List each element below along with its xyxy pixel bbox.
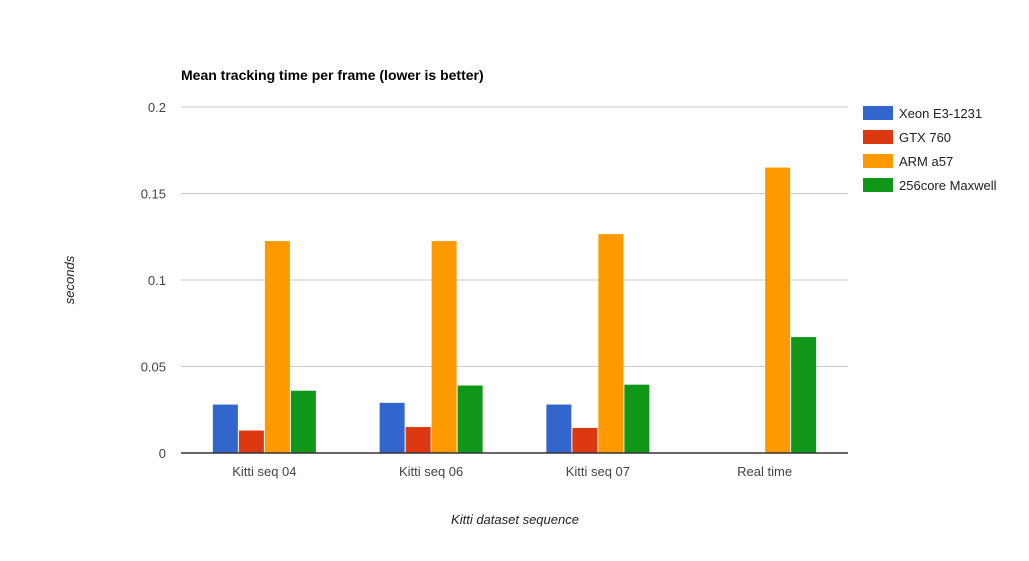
y-tick-label: 0.1 — [148, 273, 166, 288]
bar-arm-a57 — [264, 241, 290, 453]
bar-256core-maxwell — [791, 337, 817, 453]
bar-256core-maxwell — [290, 390, 316, 453]
legend-swatch — [863, 154, 893, 168]
legend: Xeon E3-1231 GTX 760 ARM a57 256core Maxwel… — [863, 106, 997, 193]
y-tick-label: 0.2 — [148, 100, 166, 115]
bars — [212, 167, 817, 454]
bar-chart: Mean tracking time per frame (lower is b… — [62, 67, 997, 527]
bar-gtx-760 — [238, 430, 264, 453]
legend-swatch — [863, 178, 893, 192]
y-axis-label: seconds — [62, 255, 77, 304]
bar-xeon-e3-1231 — [546, 404, 572, 453]
bar-arm-a57 — [431, 241, 457, 453]
legend-label: Xeon E3-1231 — [899, 106, 982, 121]
bar-arm-a57 — [765, 167, 791, 454]
x-tick-label: Kitti seq 07 — [566, 464, 630, 479]
x-tick-label: Kitti seq 04 — [232, 464, 296, 479]
x-axis-ticks: Kitti seq 04 Kitti seq 06 Kitti seq 07 Real… — [232, 464, 792, 479]
bar-arm-a57 — [598, 234, 624, 453]
chart-title: Mean tracking time per frame (lower is b… — [181, 67, 484, 83]
legend-swatch — [863, 106, 893, 120]
x-axis-label: Kitti dataset sequence — [451, 512, 579, 527]
y-axis-ticks: 0 0.05 0.1 0.15 0.2 — [141, 100, 166, 461]
y-tick-label: 0.05 — [141, 360, 166, 375]
x-tick-label: Kitti seq 06 — [399, 464, 463, 479]
bar-xeon-e3-1231 — [379, 402, 405, 453]
legend-label: ARM a57 — [899, 154, 953, 169]
legend-label: 256core Maxwell — [899, 178, 997, 193]
bar-xeon-e3-1231 — [212, 404, 238, 453]
bar-256core-maxwell — [624, 384, 650, 453]
y-tick-label: 0 — [159, 446, 166, 461]
bar-gtx-760 — [405, 427, 431, 453]
legend-label: GTX 760 — [899, 130, 951, 145]
bar-256core-maxwell — [457, 385, 483, 453]
legend-swatch — [863, 130, 893, 144]
y-tick-label: 0.15 — [141, 187, 166, 202]
bar-gtx-760 — [572, 427, 598, 453]
x-tick-label: Real time — [737, 464, 792, 479]
